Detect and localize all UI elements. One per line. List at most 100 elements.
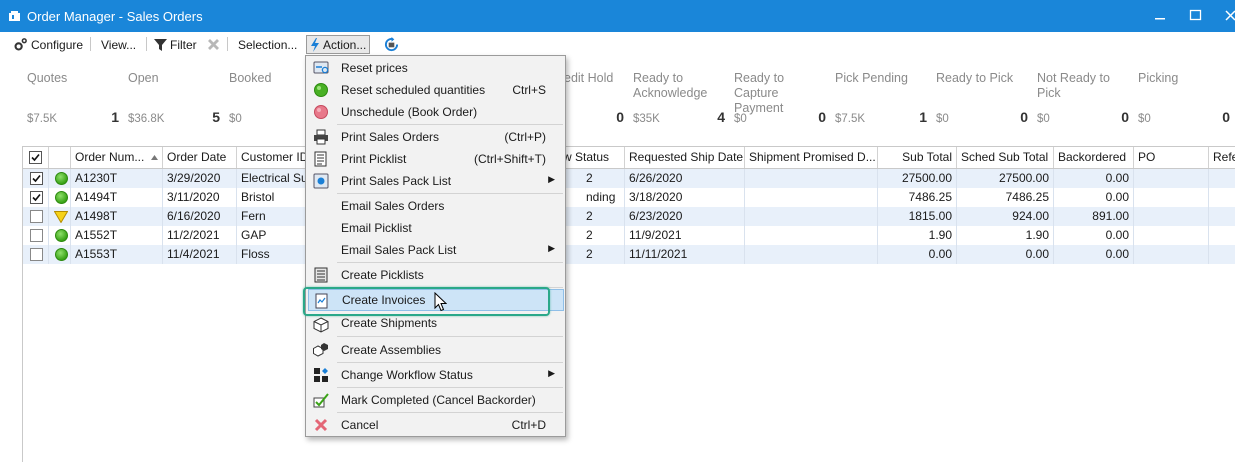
summary-picking[interactable]: Picking $0 0	[1138, 62, 1235, 142]
row-select-cell[interactable]	[23, 188, 49, 207]
menu-item-print-sales-orders[interactable]: Print Sales Orders (Ctrl+P)	[308, 126, 564, 148]
menu-item-label: Reset scheduled quantities	[341, 83, 486, 97]
status-warning-icon	[54, 211, 68, 223]
menu-separator	[337, 387, 563, 388]
requested-ship-cell: 3/18/2020	[625, 188, 745, 207]
column-header-po[interactable]: PO	[1134, 147, 1209, 168]
sub-total-cell: 1.90	[878, 226, 957, 245]
summary-count: 1	[111, 109, 119, 125]
summary-pick-pending[interactable]: Pick Pending $7.5K 1	[835, 62, 935, 142]
row-checkbox[interactable]	[30, 191, 43, 204]
menu-item-reset-prices[interactable]: Reset prices	[308, 57, 564, 79]
summary-amount: $0	[1138, 113, 1151, 125]
sched-sub-total-cell: 27500.00	[957, 169, 1054, 188]
maximize-icon[interactable]	[1186, 6, 1206, 26]
row-select-cell[interactable]	[23, 226, 49, 245]
menu-item-label: Email Sales Orders	[341, 199, 445, 213]
row-select-cell[interactable]	[23, 245, 49, 264]
summary-ready-to-pick[interactable]: Ready to Pick $0 0	[936, 62, 1036, 142]
column-header-order-number[interactable]: Order Num...	[71, 147, 163, 168]
row-select-cell[interactable]	[23, 169, 49, 188]
column-header-sched-sub-total[interactable]: Sched Sub Total	[957, 147, 1054, 168]
refresh-button[interactable]	[381, 35, 402, 54]
table-row[interactable]: A1230T 3/29/2020 Electrical Sup 2 6/26/2…	[23, 169, 1235, 188]
menu-item-create-assemblies[interactable]: Create Assemblies	[308, 339, 564, 361]
summary-label: Ready to Acknowledge	[633, 71, 708, 100]
menu-item-email-picklist[interactable]: Email Picklist	[308, 217, 564, 239]
summary-ready-to-acknowledge[interactable]: Ready to Acknowledge $35K 4	[633, 62, 733, 142]
menu-item-print-picklist[interactable]: Print Picklist (Ctrl+Shift+T)	[308, 148, 564, 170]
status-cell	[49, 169, 71, 188]
table-row[interactable]: A1553T 11/4/2021 Floss 2 11/11/2021 0.00…	[23, 245, 1235, 264]
column-header-workflow-status[interactable]: w Status	[558, 147, 625, 168]
summary-label: Ready to Capture Payment	[734, 71, 785, 115]
minimize-icon[interactable]	[1150, 6, 1170, 26]
sched-sub-total-cell: 0.00	[957, 245, 1054, 264]
filter-button[interactable]: Filter	[151, 35, 200, 54]
clear-filter-icon	[208, 39, 219, 50]
action-menu: Reset prices Reset scheduled quantities …	[305, 55, 566, 437]
column-header-reference[interactable]: Refe	[1209, 147, 1235, 168]
select-all-checkbox[interactable]	[29, 151, 42, 164]
sub-total-cell: 7486.25	[878, 188, 957, 207]
shipment-icon	[313, 317, 329, 333]
promised-cell	[745, 188, 878, 207]
clear-filter-button[interactable]	[204, 35, 223, 54]
action-button[interactable]: Action...	[306, 35, 371, 54]
summary-not-ready-to-pick[interactable]: Not Ready to Pick $0 0	[1037, 62, 1137, 142]
summary-quotes[interactable]: Quotes $7.5K 1	[27, 62, 127, 142]
table-row[interactable]: A1498T 6/16/2020 Fern 2 6/23/2020 1815.0…	[23, 207, 1235, 226]
row-select-cell[interactable]	[23, 207, 49, 226]
promised-cell	[745, 169, 878, 188]
toolbar-divider	[90, 37, 91, 51]
row-checkbox[interactable]	[30, 248, 43, 261]
summary-count: 0	[818, 109, 826, 125]
app-icon	[9, 11, 20, 21]
table-row[interactable]: A1552T 11/2/2021 GAP 2 11/9/2021 1.90 1.…	[23, 226, 1235, 245]
menu-item-change-workflow-status[interactable]: Change Workflow Status ▶	[308, 364, 564, 386]
summary-ready-to-capture-payment[interactable]: Ready to Capture Payment $0 0	[734, 62, 834, 142]
status-column-header[interactable]	[49, 147, 71, 168]
order-number-cell: A1230T	[71, 169, 163, 188]
sub-total-cell: 27500.00	[878, 169, 957, 188]
menu-item-cancel[interactable]: Cancel Ctrl+D	[308, 414, 564, 436]
menu-item-email-sales-orders[interactable]: Email Sales Orders	[308, 195, 564, 217]
submenu-arrow-icon: ▶	[548, 368, 555, 378]
summary-open[interactable]: Open $36.8K 5	[128, 62, 228, 142]
po-cell	[1134, 226, 1209, 245]
column-header-requested-ship-date[interactable]: Requested Ship Date	[625, 147, 745, 168]
menu-item-create-shipments[interactable]: Create Shipments	[308, 314, 564, 336]
column-header-sub-total[interactable]: Sub Total	[878, 147, 957, 168]
selection-button[interactable]: Selection...	[235, 35, 300, 54]
menu-item-unschedule[interactable]: Unschedule (Book Order)	[308, 101, 564, 123]
column-label: Requested Ship Date	[629, 150, 744, 164]
column-header-backordered[interactable]: Backordered	[1054, 147, 1134, 168]
row-checkbox[interactable]	[30, 229, 43, 242]
menu-item-mark-completed[interactable]: Mark Completed (Cancel Backorder)	[308, 389, 564, 411]
summary-label: Not Ready to Pick	[1037, 71, 1110, 100]
menu-item-reset-scheduled-quantities[interactable]: Reset scheduled quantities Ctrl+S	[308, 79, 564, 101]
menu-item-print-sales-pack-list[interactable]: Print Sales Pack List ▶	[308, 170, 564, 192]
toolbar-divider	[146, 37, 147, 51]
select-all-header[interactable]	[23, 147, 49, 168]
menu-item-email-sales-pack-list[interactable]: Email Sales Pack List ▶	[308, 239, 564, 261]
table-row[interactable]: A1494T 3/11/2020 Bristol nding 3/18/2020…	[23, 188, 1235, 207]
column-label: Sub Total	[902, 150, 952, 164]
menu-item-label: Unschedule (Book Order)	[341, 105, 478, 119]
summary-count: 4	[717, 109, 725, 125]
menu-item-create-picklists[interactable]: Create Picklists	[308, 264, 564, 286]
column-header-order-date[interactable]: Order Date	[163, 147, 237, 168]
menu-separator	[337, 412, 563, 413]
submenu-arrow-icon: ▶	[548, 174, 555, 184]
row-checkbox[interactable]	[30, 210, 43, 223]
summary-amount: $0	[936, 113, 949, 125]
column-label: Order Date	[167, 150, 227, 164]
menu-item-label: Print Picklist	[341, 152, 407, 166]
close-icon[interactable]	[1222, 6, 1235, 26]
menu-separator	[337, 336, 563, 337]
column-header-shipment-promised[interactable]: Shipment Promised D...	[745, 147, 878, 168]
menu-item-label: Print Sales Pack List	[341, 174, 452, 188]
view-button[interactable]: View...	[98, 35, 139, 54]
row-checkbox[interactable]	[30, 172, 43, 185]
configure-button[interactable]: Configure	[10, 35, 86, 54]
